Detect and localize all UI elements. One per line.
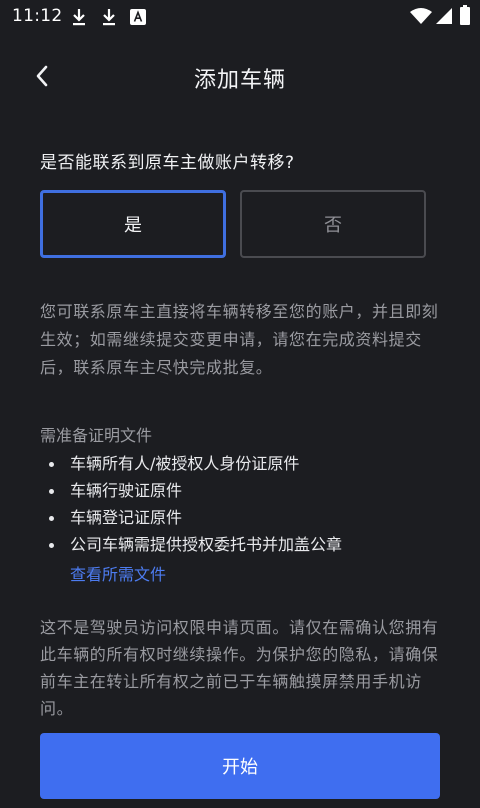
document-item-text: 车辆登记证原件 [70,508,183,527]
question-text: 是否能联系到原车主做账户转移? [40,153,295,173]
download-icon [103,9,115,26]
view-required-documents-link[interactable]: 查看所需文件 [70,561,166,585]
wifi-icon [410,8,432,24]
document-item-text: 车辆所有人/被授权人身份证原件 [70,454,300,473]
page-title: 添加车辆 [193,68,286,93]
bullet-icon [49,516,54,521]
yes-option-label: 是 [124,215,142,236]
no-option-button[interactable]: 否 [240,190,426,258]
bullet-icon [49,462,54,467]
list-item: 车辆所有人/被授权人身份证原件 [40,450,450,477]
list-item: 车辆行驶证原件 [40,477,450,504]
info-paragraph: 您可联系原车主直接将车辆转移至您的账户，并且即刻生效；如需继续提交变更申请，请您… [40,302,439,377]
bullet-icon [49,489,54,494]
list-item: 车辆登记证原件 [40,504,450,531]
signal-icon [436,8,452,24]
start-button[interactable]: 开始 [40,733,440,799]
status-time: 11:12 [12,6,63,26]
documents-list: 车辆所有人/被授权人身份证原件 车辆行驶证原件 车辆登记证原件 公司车辆需提供授… [40,450,450,558]
yes-option-button[interactable]: 是 [40,190,226,258]
header: 添加车辆 [0,40,480,112]
document-item-text: 车辆行驶证原件 [70,481,183,500]
start-button-label: 开始 [222,757,258,778]
disclaimer-text: 这不是驾驶员访问权限申请页面。请仅在需确认您拥有此车辆的所有权时继续操作。为保护… [40,618,439,718]
battery-icon [460,5,470,25]
status-bar: 11:12 [0,0,480,32]
document-item-text: 公司车辆需提供授权委托书并加盖公章 [70,535,343,554]
list-item: 公司车辆需提供授权委托书并加盖公章 [40,531,450,558]
no-option-label: 否 [324,215,342,236]
documents-title: 需准备证明文件 [40,426,153,445]
download-icon [73,9,85,26]
a-badge-icon [130,9,146,25]
bullet-icon [49,543,54,548]
